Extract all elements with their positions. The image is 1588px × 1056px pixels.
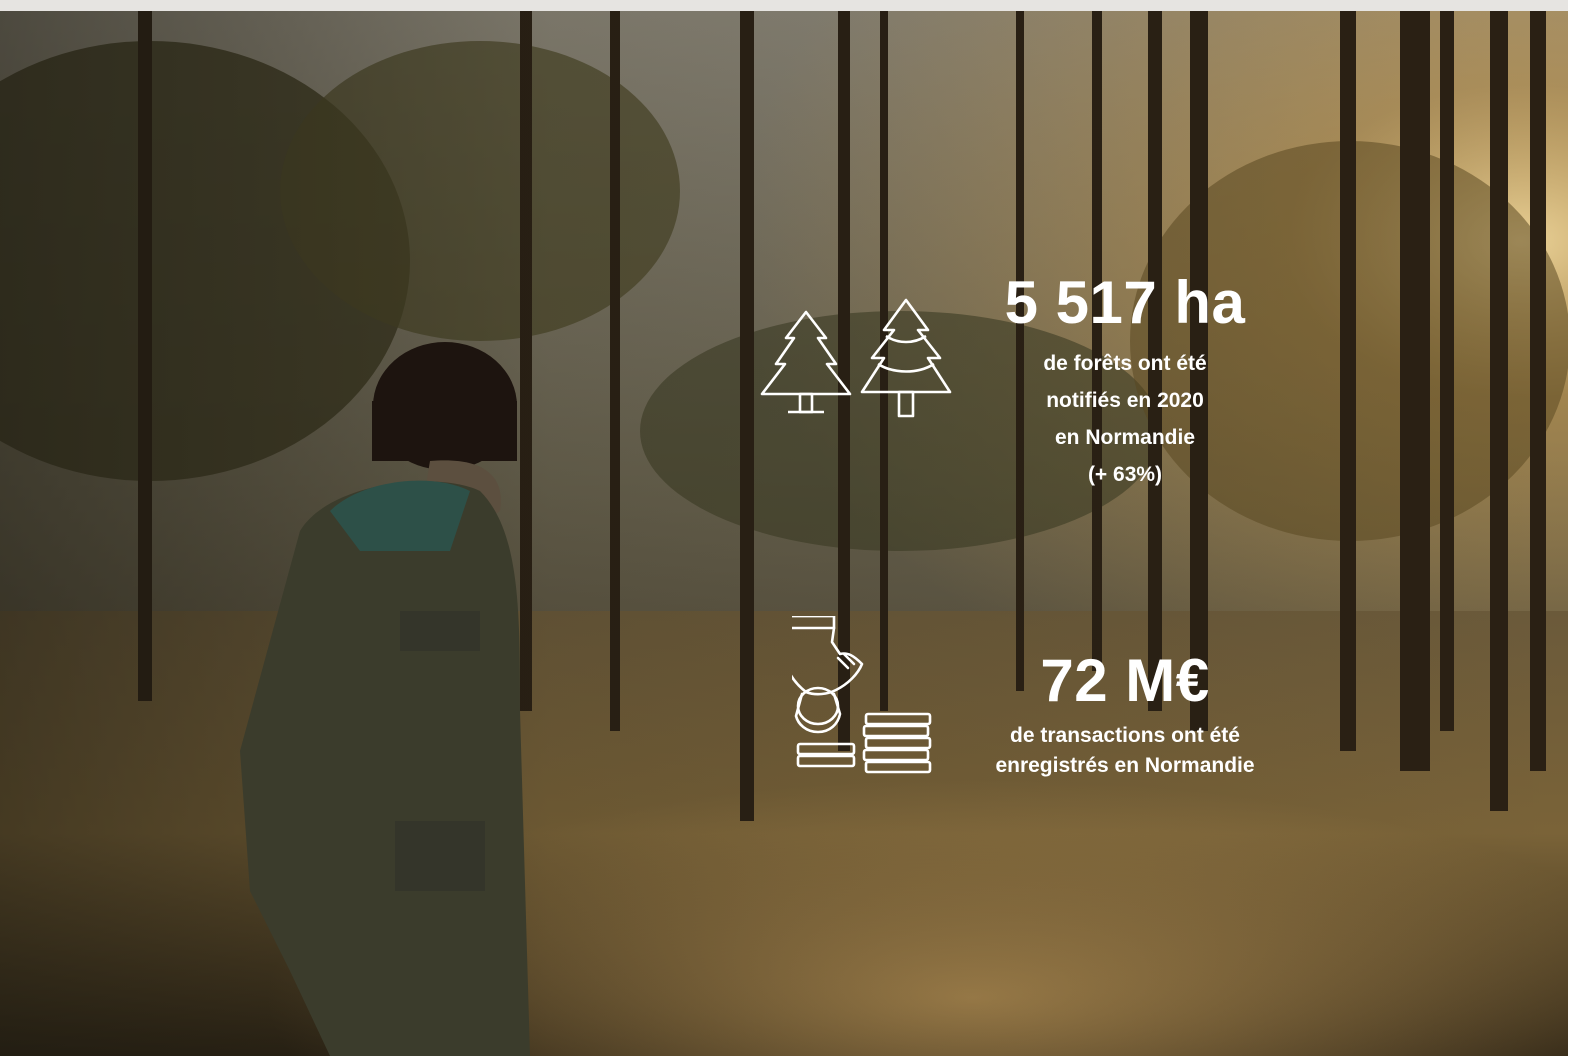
- stat-forests-value: 5 517 ha: [1004, 269, 1246, 336]
- stat-forests-desc-line2: notifiés en 2020: [1046, 389, 1204, 412]
- pine-trees-icon: [758, 294, 954, 424]
- stat-forests-desc-line4: (+ 63%): [1087, 463, 1163, 486]
- coins-hand-icon: [780, 614, 937, 776]
- stat-transactions-desc-line1: de transactions ont été: [1010, 724, 1240, 747]
- page-gutter: [1568, 0, 1588, 1056]
- stat-transactions-desc-line2: enregistrés en Normandie: [995, 754, 1255, 777]
- stat-forests-desc-line1: de forêts ont été: [1043, 352, 1207, 375]
- stat-forests: 5 517 ha de forêts ont été notifiés en 2…: [980, 273, 1270, 493]
- stat-transactions: 72 M€ de transactions ont été enregistré…: [955, 651, 1295, 781]
- stat-transactions-value: 72 M€: [1040, 647, 1210, 714]
- forest-background-image: [0, 11, 1568, 1056]
- hero-section: 5 517 ha de forêts ont été notifiés en 2…: [0, 11, 1568, 1056]
- stat-forests-desc-line3: en Normandie: [1054, 426, 1196, 449]
